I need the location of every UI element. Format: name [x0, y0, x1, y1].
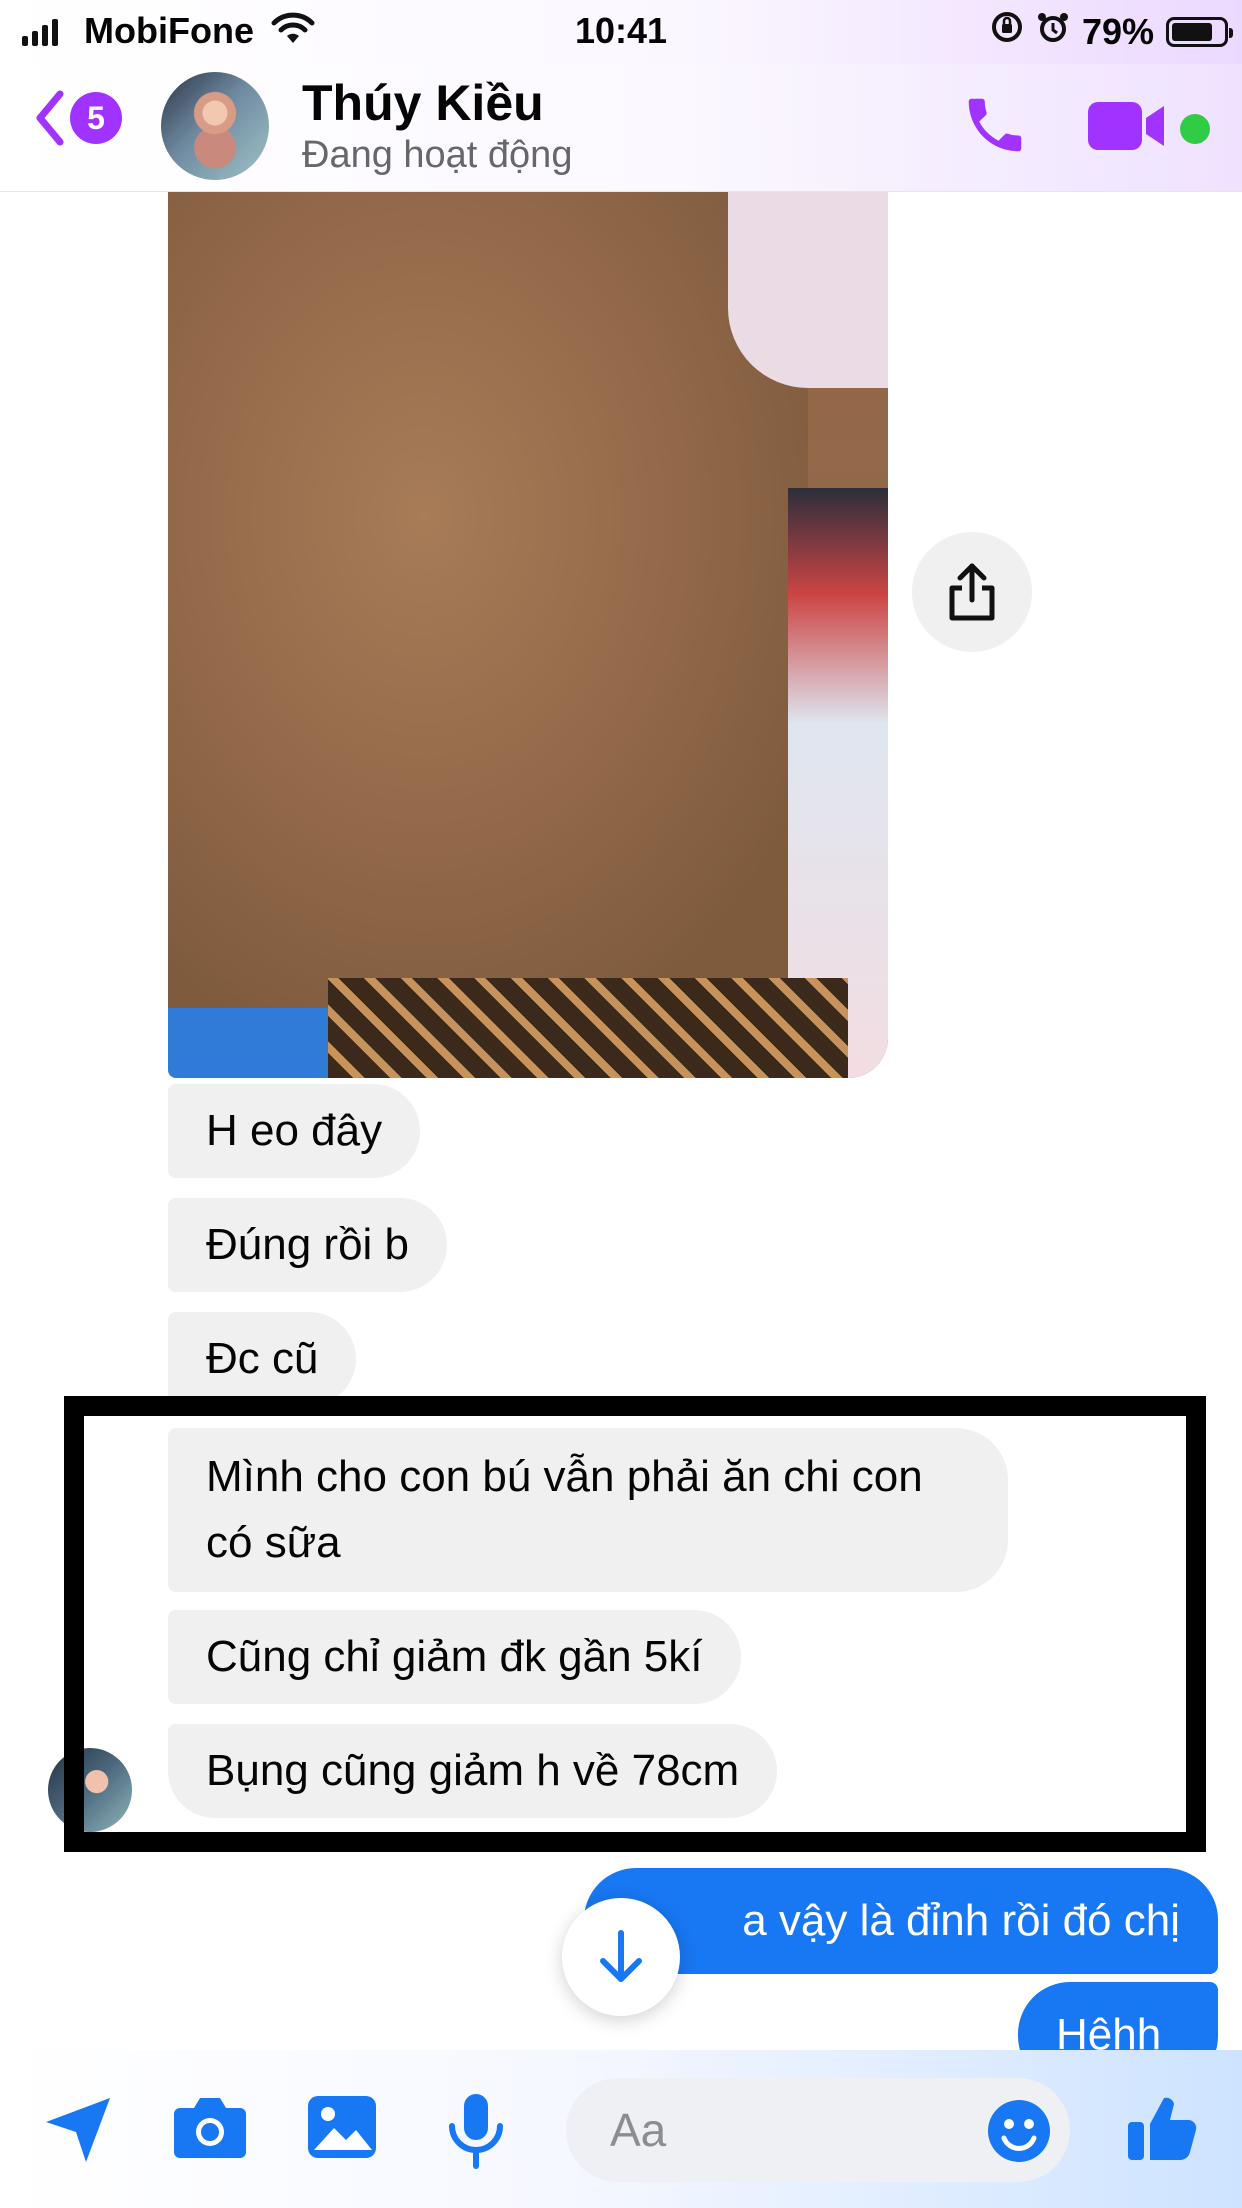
- voice-call-button[interactable]: [960, 90, 1030, 165]
- contact-avatar[interactable]: [161, 72, 269, 180]
- gallery-icon: [308, 2096, 376, 2158]
- video-camera-icon: [1088, 102, 1164, 150]
- send-location-icon: [46, 2098, 110, 2162]
- gallery-button[interactable]: [306, 2092, 378, 2167]
- share-button[interactable]: [912, 532, 1032, 652]
- unread-badge: 5: [70, 92, 122, 144]
- camera-button[interactable]: [172, 2092, 248, 2167]
- camera-icon: [174, 2098, 246, 2158]
- scroll-to-bottom-button[interactable]: [562, 1898, 680, 2016]
- message-thread[interactable]: H eo đây Đúng rồi b Đc cũ Mình cho con b…: [0, 192, 1242, 2050]
- message-input-placeholder: Aa: [610, 2104, 667, 2156]
- like-button[interactable]: [1126, 2092, 1198, 2169]
- back-chevron-icon: [36, 90, 64, 146]
- thumbs-up-icon: [1128, 2097, 1197, 2161]
- arrow-down-icon: [600, 1930, 642, 1982]
- emoji-button[interactable]: [986, 2098, 1052, 2169]
- battery-icon: [1166, 16, 1233, 47]
- message-composer: Aa: [0, 2050, 1242, 2208]
- back-button[interactable]: 5: [34, 90, 122, 146]
- alarm-icon: [1036, 10, 1070, 53]
- orientation-lock-icon: [990, 10, 1024, 53]
- conversation-header: 5 Thúy Kiều Đang hoạt động: [0, 64, 1242, 192]
- incoming-message[interactable]: Đúng rồi b: [168, 1198, 448, 1292]
- incoming-message[interactable]: Đc cũ: [168, 1312, 357, 1406]
- highlight-annotation-box: [64, 1396, 1206, 1852]
- online-indicator: [1180, 114, 1210, 144]
- outgoing-message[interactable]: Hêhh: [1018, 1982, 1218, 2050]
- contact-name[interactable]: Thúy Kiều: [302, 74, 544, 132]
- microphone-icon: [449, 2094, 503, 2169]
- microphone-button[interactable]: [446, 2092, 506, 2175]
- phone-icon: [968, 98, 1022, 152]
- status-bar: MobiFone 10:41 79%: [0, 0, 1242, 64]
- video-call-button[interactable]: [1086, 98, 1166, 159]
- incoming-message[interactable]: H eo đây: [168, 1084, 421, 1178]
- photo-attachment[interactable]: [168, 192, 888, 1078]
- share-icon: [949, 563, 995, 621]
- location-button[interactable]: [40, 2092, 116, 2173]
- contact-status: Đang hoạt động: [302, 134, 573, 176]
- emoji-icon: [988, 2100, 1050, 2162]
- battery-percent: 79%: [1081, 10, 1154, 52]
